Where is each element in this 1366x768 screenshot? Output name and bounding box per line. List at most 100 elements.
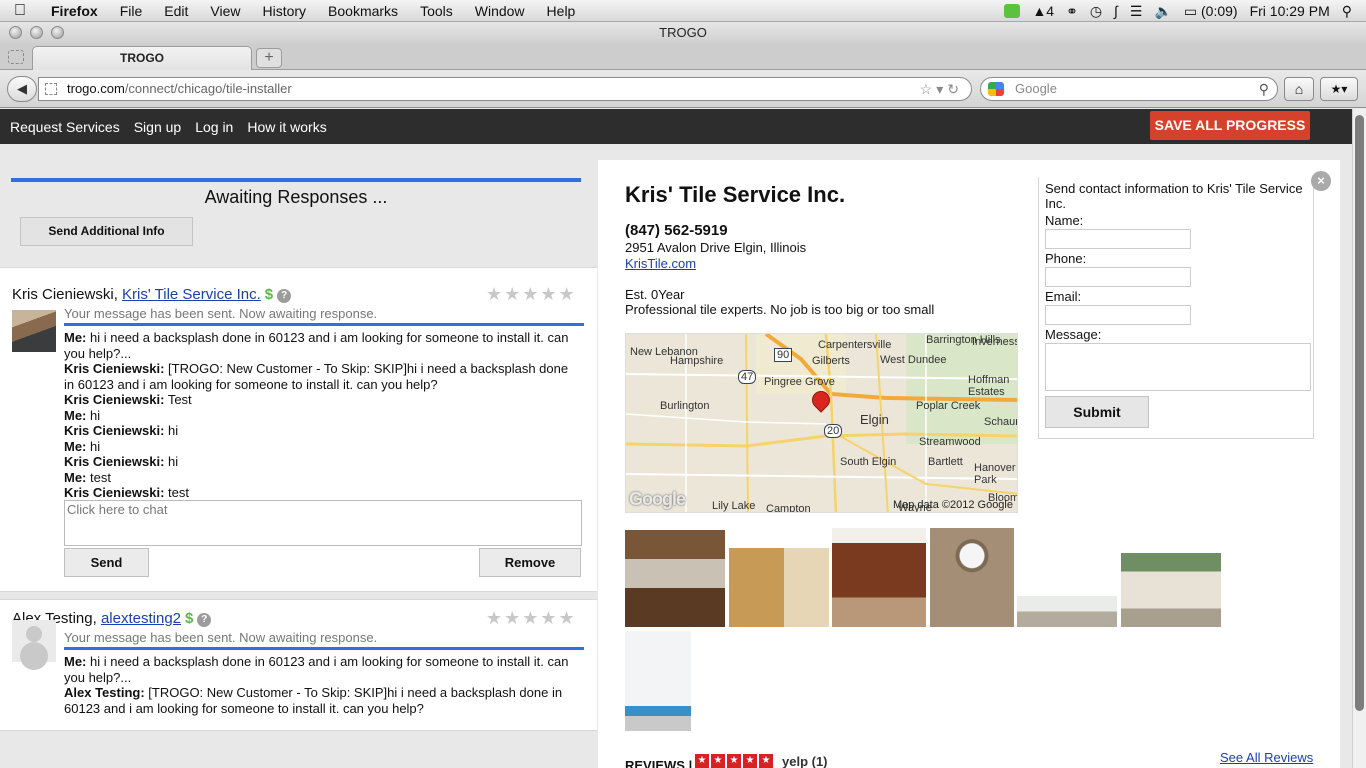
url-bar[interactable]: trogo.com/connect/chicago/tile-installer… [38, 77, 972, 101]
provider-company-link[interactable]: Kris' Tile Service Inc. [122, 286, 261, 303]
gallery-photo[interactable] [1017, 596, 1117, 627]
history-dropdown-icon[interactable]: ▾ [936, 81, 947, 97]
business-map[interactable]: New Lebanon Hampshire Carpentersville Ba… [625, 333, 1018, 513]
close-window-icon[interactable] [9, 26, 22, 39]
message: Alex Testing: [TROGO: New Customer - To … [64, 685, 579, 716]
page-scrollbar[interactable] [1352, 109, 1366, 768]
remove-button[interactable]: Remove [479, 548, 581, 577]
help-icon[interactable]: ? [277, 289, 292, 303]
evernote-icon[interactable] [1004, 4, 1021, 18]
menu-edit[interactable]: Edit [153, 3, 199, 19]
gallery-photo[interactable] [729, 548, 829, 627]
see-all-reviews-link[interactable]: See All Reviews [1220, 750, 1313, 765]
help-icon[interactable]: ? [197, 613, 212, 627]
menu-view[interactable]: View [199, 3, 251, 19]
dollar-icon: $ [185, 610, 194, 627]
time-machine-icon[interactable]: ◷ [1090, 3, 1102, 20]
adobe-icon[interactable]: ▲4 [1032, 3, 1054, 19]
battery-time: (0:09) [1201, 2, 1238, 19]
map-label-lily-lake: Lily Lake [712, 500, 756, 512]
map-label-poplar-creek: Poplar Creek [916, 400, 981, 412]
message-text: Test [164, 392, 192, 407]
volume-icon[interactable]: 🔈 [1154, 3, 1171, 20]
clock[interactable]: Fri 10:29 PM [1250, 3, 1330, 19]
message-text: hi [164, 423, 179, 438]
search-icon[interactable]: ⚲ [1259, 78, 1269, 100]
star-icon: ★ [695, 754, 709, 768]
save-all-progress-button[interactable]: SAVE ALL PROGRESS [1150, 111, 1310, 140]
gallery-photo[interactable] [625, 530, 725, 627]
rating-stars[interactable]: ★★★★★ [486, 608, 577, 629]
highway-90-shield: 90 [774, 348, 793, 362]
map-label-hanover-park: Hanover Park [974, 462, 1016, 486]
awaiting-title: Awaiting Responses ... [204, 187, 388, 207]
back-button[interactable]: ◀ [7, 76, 37, 102]
star-icon: ★ [711, 754, 725, 768]
email-field[interactable] [1045, 305, 1191, 325]
gallery-photo[interactable] [625, 631, 691, 731]
menu-history[interactable]: History [251, 3, 317, 19]
message: Kris Cieniewski: test [64, 485, 579, 501]
window-titlebar: TROGO [0, 22, 1366, 44]
bluetooth-icon[interactable]: ∫ [1114, 3, 1118, 19]
bookmark-star-icon[interactable]: ☆ [920, 81, 937, 97]
map-label-streamwood: Streamwood [919, 436, 981, 448]
message-text: hi [86, 407, 101, 423]
new-tab-button[interactable]: + [256, 48, 282, 68]
scroll-thumb[interactable] [1355, 115, 1364, 711]
minimize-window-icon[interactable] [30, 26, 43, 39]
url-host: trogo.com [67, 81, 125, 96]
reload-icon[interactable]: ↻ [947, 81, 963, 97]
menu-firefox[interactable]: Firefox [40, 3, 109, 19]
message: Kris Cieniewski: hi [64, 454, 579, 470]
menu-bookmarks[interactable]: Bookmarks [317, 3, 409, 19]
yelp-label[interactable]: yelp (1) [782, 754, 828, 768]
zoom-window-icon[interactable] [51, 26, 64, 39]
business-address: 2951 Avalon Drive Elgin, Illinois [625, 240, 807, 255]
wifi-icon[interactable]: ☰ [1130, 3, 1143, 20]
site-nav: Request Services Sign up Log in How it w… [10, 109, 327, 144]
home-button[interactable]: ⌂ [1284, 77, 1314, 101]
map-label-inverness: Inverness [972, 336, 1018, 348]
provider-header: Kris Cieniewski, Kris' Tile Service Inc.… [12, 286, 292, 303]
menu-tools[interactable]: Tools [409, 3, 464, 19]
send-additional-info-button[interactable]: Send Additional Info [20, 217, 193, 246]
nav-log-in[interactable]: Log in [195, 119, 233, 135]
send-button[interactable]: Send [64, 548, 149, 577]
apple-icon[interactable]:  [0, 2, 40, 20]
google-logo[interactable]: Google [629, 489, 686, 510]
bookmarks-menu-button[interactable]: ★▾ [1320, 77, 1358, 101]
phone-field[interactable] [1045, 267, 1191, 287]
chat-input[interactable]: Click here to chat [64, 500, 582, 546]
gallery-photo[interactable] [1121, 553, 1221, 627]
site-identity-icon[interactable] [45, 83, 57, 95]
dollar-icon: $ [264, 286, 274, 303]
close-panel-icon[interactable]: × [1311, 171, 1331, 191]
provider-company-link[interactable]: alextesting2 [101, 610, 181, 627]
nav-sign-up[interactable]: Sign up [134, 119, 181, 135]
rating-stars[interactable]: ★★★★★ [486, 284, 577, 305]
tab-groups-icon[interactable] [8, 50, 24, 64]
headphones-icon[interactable]: ⚭ [1066, 3, 1078, 20]
adobe-count: 4 [1046, 3, 1055, 19]
message-text: test [86, 469, 111, 485]
google-engine-icon[interactable] [988, 82, 1004, 96]
spotlight-icon[interactable]: ⚲ [1342, 3, 1352, 20]
nav-how-it-works[interactable]: How it works [247, 119, 326, 135]
battery-icon[interactable]: ▭ (0:09) [1184, 3, 1238, 20]
nav-request-services[interactable]: Request Services [10, 119, 120, 135]
message-sender: Kris Cieniewski: [64, 423, 165, 438]
menu-file[interactable]: File [109, 3, 154, 19]
name-field[interactable] [1045, 229, 1191, 249]
menu-help[interactable]: Help [536, 3, 587, 19]
menu-window[interactable]: Window [464, 3, 536, 19]
business-website-link[interactable]: KrisTile.com [625, 256, 696, 271]
search-bar[interactable]: Google ⚲ [980, 77, 1278, 101]
message-thread: Me: hi i need a backsplash done in 60123… [64, 654, 579, 716]
submit-button[interactable]: Submit [1045, 396, 1149, 428]
reviews-label: REVIEWS | [625, 758, 693, 768]
message-field[interactable] [1045, 343, 1311, 391]
gallery-photo[interactable] [930, 528, 1014, 627]
tab-trogo[interactable]: TROGO [32, 46, 252, 71]
gallery-photo[interactable] [832, 528, 926, 627]
